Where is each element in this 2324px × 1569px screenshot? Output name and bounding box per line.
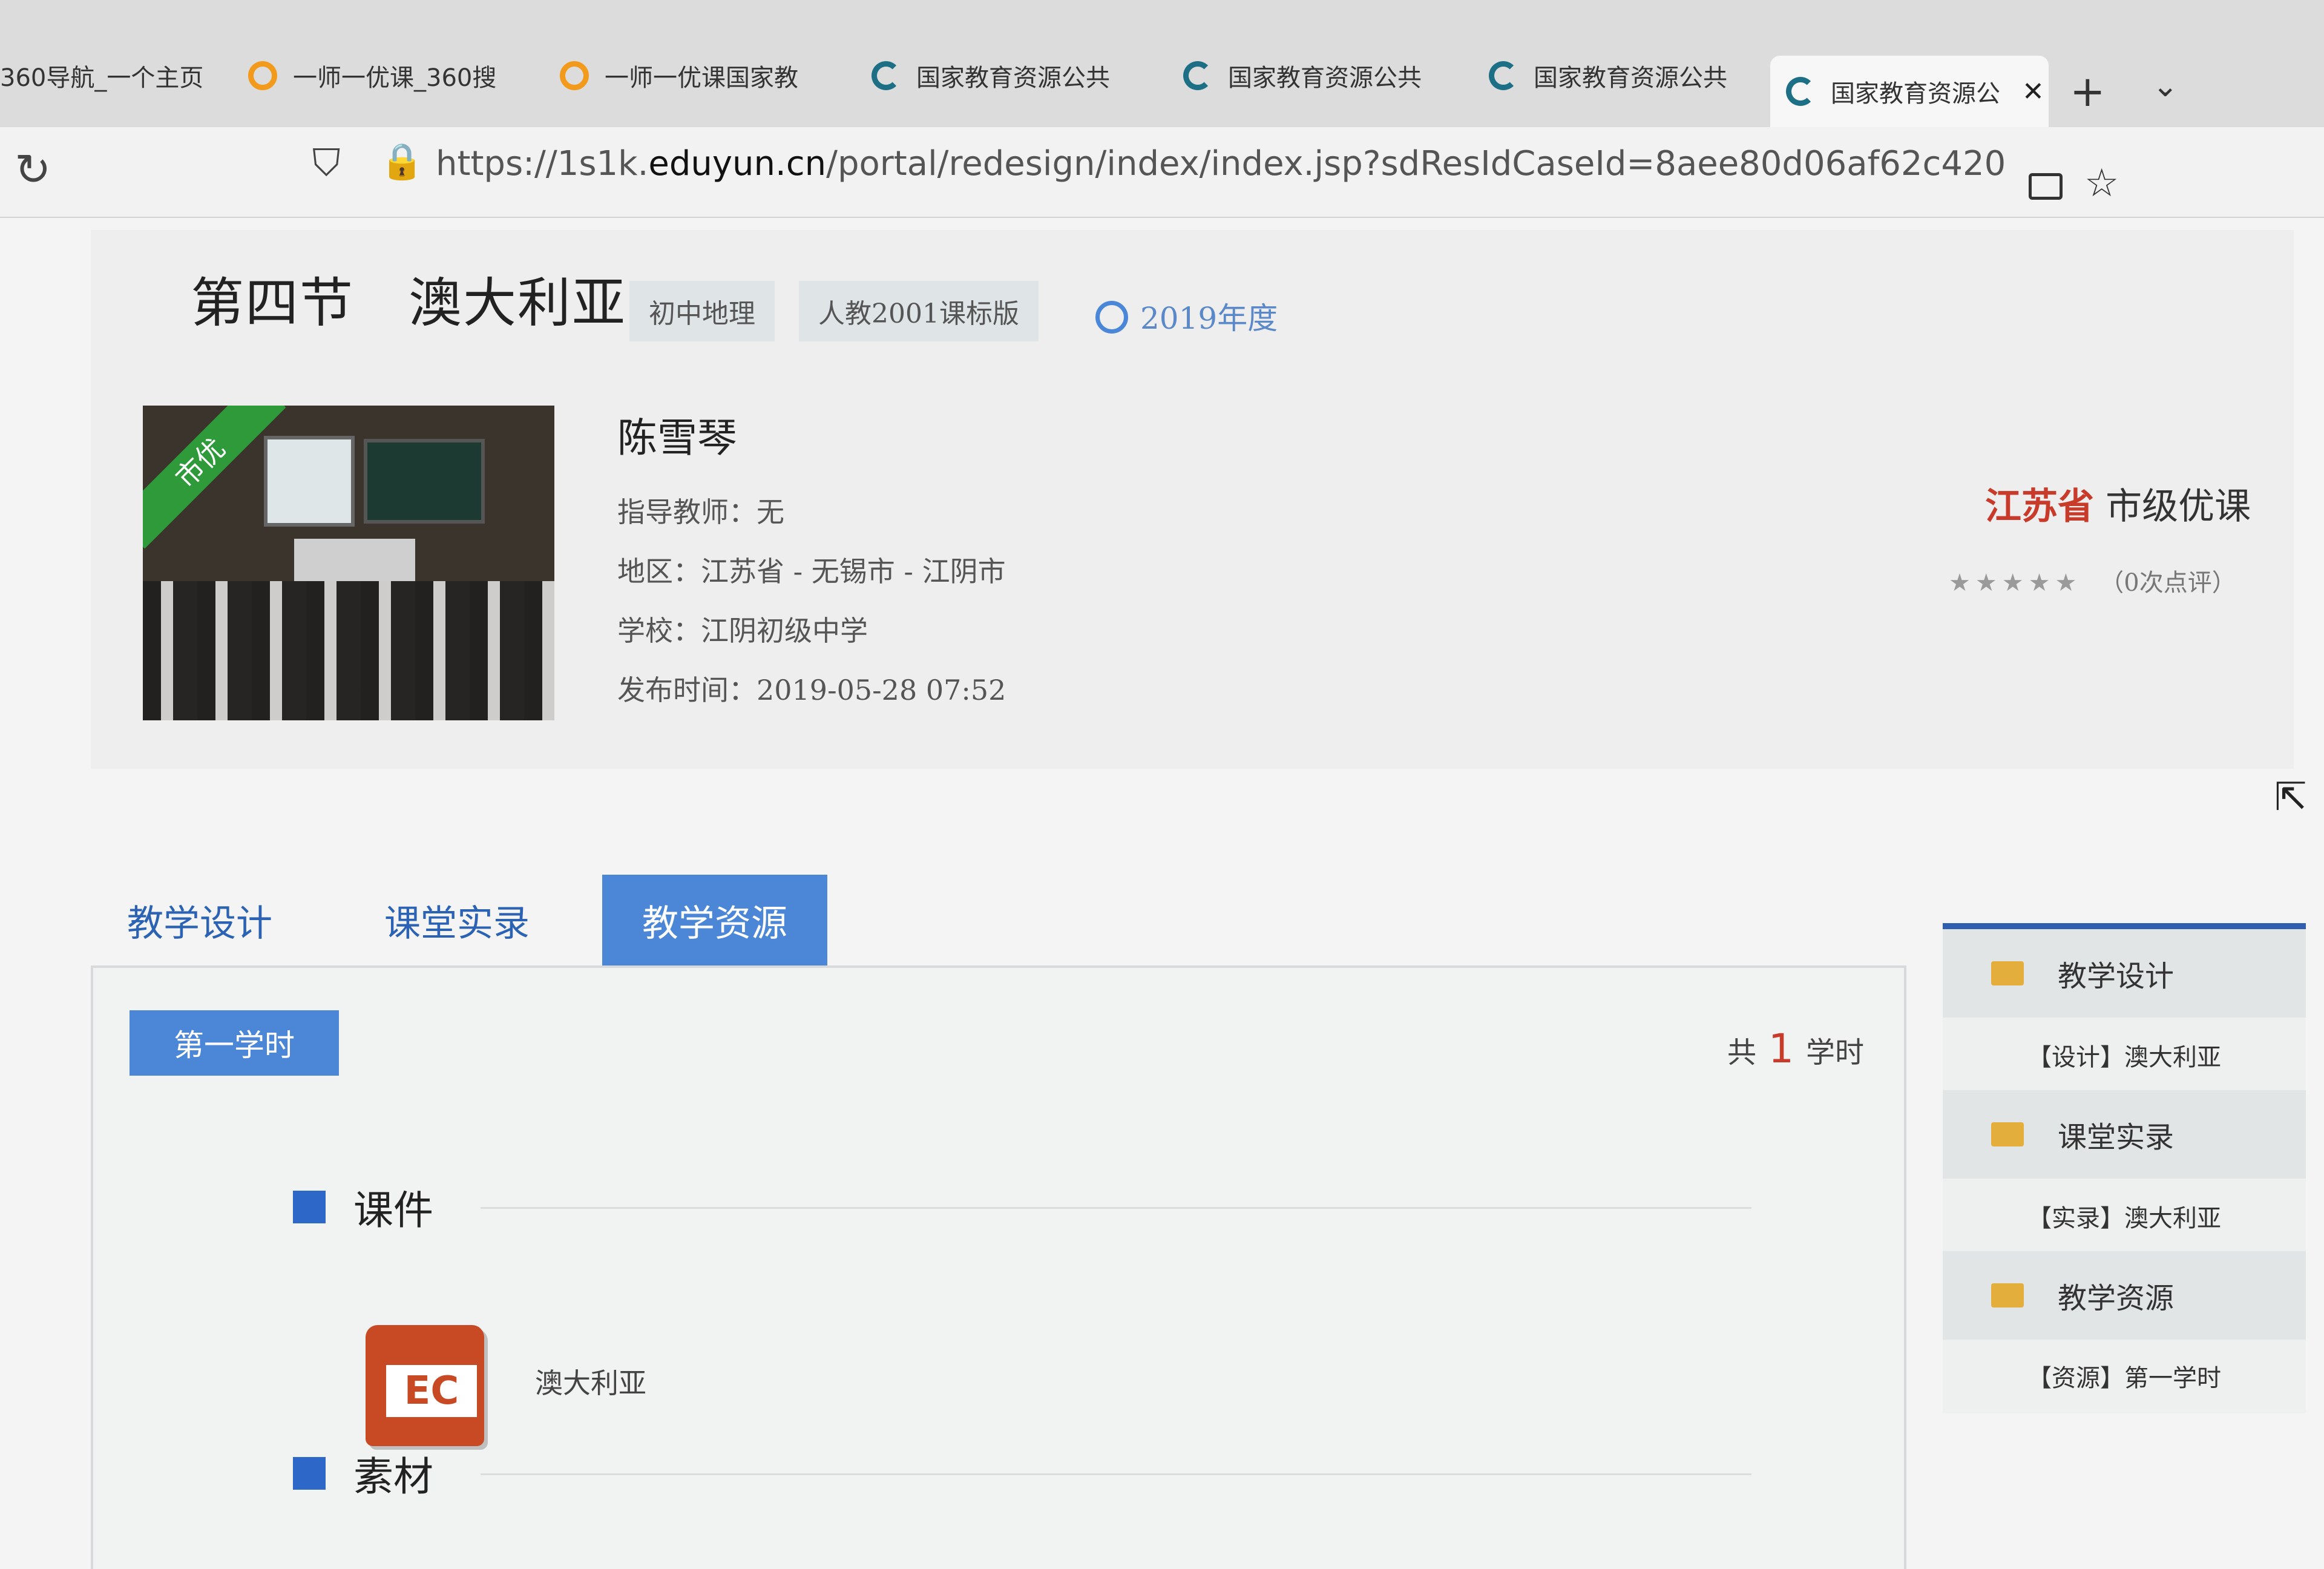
school-info: 学校：江阴初级中学 [617,614,868,647]
section-marker-icon [293,1191,326,1223]
folder-icon [1991,961,2024,985]
section-title: 素材 [353,1453,433,1500]
close-icon[interactable]: ✕ [2022,76,2044,107]
file-name-link[interactable]: 澳大利亚 [535,1361,646,1401]
browser-tab[interactable]: 360导航_一个主页 [0,36,206,115]
period-total-prefix: 共 [1727,1036,1757,1070]
tab-list-chevron-icon[interactable]: ⌄ [2152,68,2179,104]
side-heading-resources[interactable]: 教学资源 [1943,1251,2306,1340]
browser-tab[interactable]: 国家教育资源公共 [1489,36,1755,115]
section-title: 课件 [353,1187,433,1234]
address-bar: ↻ ⛉ 🔒 https://1s1k.eduyun.cn/portal/rede… [0,127,2324,218]
tab-teaching-design[interactable]: 教学设计 [127,875,272,965]
period-total-count: 1 [1768,1025,1794,1072]
browser-tab-active[interactable]: 国家教育资源公 ✕ [1770,56,2049,127]
360-search-icon [248,61,277,90]
review-count[interactable]: （0次点评） [2099,569,2236,597]
side-heading-record[interactable]: 课堂实录 [1943,1090,2306,1179]
tab-title: 国家教育资源公共 [916,64,1110,92]
reload-icon[interactable]: ↻ [15,144,51,195]
classroom-students [143,581,554,720]
new-tab-button[interactable]: + [2070,67,2106,116]
url-path: /portal/redesign/index/index.jsp?sdResId… [826,144,2009,183]
period-total: 共 1 学时 [1727,1025,1864,1072]
subject-tag: 初中地理 [629,281,775,341]
folder-icon [1991,1283,2024,1308]
resources-panel: 第一学时 共 1 学时 课件 EC 澳大利亚 素材 [91,965,1906,1569]
side-heading-label: 教学设计 [2058,959,2175,993]
side-heading-label: 课堂实录 [2058,1120,2175,1154]
url-prefix: https://1s1k. [436,144,649,183]
advisor-info: 指导教师：无 [617,496,784,528]
edge-icon [1786,77,1815,106]
page-body: 第四节 澳大利亚 初中地理 人教2001课标版 2019年度 市优 陈雪琴 指导… [0,218,2324,1569]
side-navigation: 教学设计 【设计】澳大利亚 课堂实录 【实录】澳大利亚 教学资源 【资源】第一学… [1943,923,2306,1413]
classroom-blackboard [364,439,485,524]
browser-tab[interactable]: 国家教育资源公共 [872,36,1138,115]
period-button[interactable]: 第一学时 [130,1010,339,1076]
teacher-name: 陈雪琴 [617,415,737,461]
favorite-star-icon[interactable]: ☆ [2084,161,2119,206]
award-label: 江苏省 市级优课 [1985,477,2251,530]
section-divider [481,1473,1751,1475]
tab-title: 国家教育资源公共 [1228,64,1422,92]
course-header-card: 第四节 澳大利亚 初中地理 人教2001课标版 2019年度 市优 陈雪琴 指导… [91,230,2294,769]
browser-tab-bar: 360导航_一个主页 一师一优课_360搜 一师一优课国家教 国家教育资源公共 … [0,0,2324,127]
period-total-suffix: 学时 [1806,1036,1865,1070]
mouse-cursor-icon: ⇱ [2274,775,2307,820]
url-domain: eduyun.cn [648,144,827,183]
tab-title: 一师一优课_360搜 [293,64,497,92]
section-divider [481,1207,1751,1209]
edition-tag: 人教2001课标版 [799,281,1039,341]
shield-icon[interactable]: ⛉ [312,140,341,185]
course-title: 第四节 澳大利亚 [191,272,627,334]
powerpoint-glyph: EC [386,1365,477,1417]
award-province: 江苏省 [1985,485,2094,528]
url-field[interactable]: https://1s1k.eduyun.cn/portal/redesign/i… [436,144,2009,183]
tab-class-record[interactable]: 课堂实录 [384,875,530,965]
edge-icon [872,61,901,90]
browser-tab[interactable]: 一师一优课_360搜 [248,36,514,115]
browser-tab[interactable]: 国家教育资源公共 [1183,36,1449,115]
section-courseware: 课件 [293,1183,433,1234]
publish-time-info: 发布时间：2019-05-28 07:52 [617,674,1006,706]
tab-title: 国家教育资源公 [1831,80,2000,108]
rating: ★★★★★ （0次点评） [1949,563,2236,598]
year-label: 2019年度 [1095,294,1278,338]
lesson-video-thumbnail[interactable]: 市优 [143,406,554,720]
browser-tab[interactable]: 一师一优课国家教 [560,36,826,115]
powerpoint-file-icon[interactable]: EC [366,1325,484,1446]
side-heading-label: 教学资源 [2058,1281,2175,1315]
tab-title: 一师一优课国家教 [605,64,798,92]
clock-icon [1095,301,1128,334]
region-info: 地区：江苏省 - 无锡市 - 江阴市 [617,555,1006,588]
tab-teaching-resources[interactable]: 教学资源 [602,875,827,976]
side-heading-design[interactable]: 教学设计 [1943,929,2306,1018]
section-materials: 素材 [293,1449,433,1500]
section-marker-icon [293,1457,326,1490]
picture-in-picture-icon[interactable] [2029,173,2063,200]
edge-icon [1183,61,1212,90]
side-link-design[interactable]: 【设计】澳大利亚 [1943,1020,2306,1090]
folder-icon [1991,1122,2024,1146]
rating-stars-icon[interactable]: ★★★★★ [1949,569,2081,597]
tab-title: 360导航_一个主页 [0,64,204,92]
lock-icon[interactable]: 🔒 [380,140,424,182]
classroom-projector-screen [264,436,355,527]
tab-title: 国家教育资源公共 [1534,64,1727,92]
side-link-record[interactable]: 【实录】澳大利亚 [1943,1181,2306,1251]
360-search-icon [560,61,589,90]
award-level: 市级优课 [2106,485,2251,528]
classroom-desk [294,539,415,581]
side-link-resources[interactable]: 【资源】第一学时 [1943,1341,2306,1411]
year-text: 2019年度 [1140,301,1278,336]
edge-icon [1489,61,1518,90]
